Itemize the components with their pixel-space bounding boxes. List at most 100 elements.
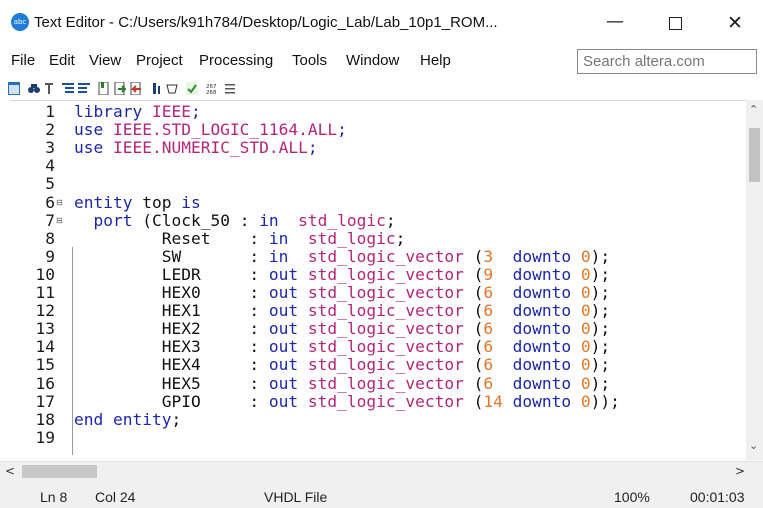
line-number: 19 — [35, 427, 56, 447]
code-token: downto — [512, 283, 581, 302]
code-token: std_logic_vector — [307, 355, 474, 375]
vertical-scroll-thumb[interactable] — [749, 128, 760, 182]
code-token: std_logic_vector — [307, 246, 474, 266]
close-button[interactable]: ✕ — [715, 8, 755, 38]
code-token: ( — [473, 355, 484, 375]
code-text: library IEEE; — [74, 103, 201, 121]
search-input[interactable] — [578, 50, 756, 73]
menu-help[interactable]: Help — [420, 52, 451, 69]
status-line: Ln 8 — [40, 489, 68, 505]
menu-edit[interactable]: Edit — [49, 52, 75, 69]
column-align-icon[interactable] — [224, 82, 236, 95]
indent-icon[interactable] — [62, 82, 74, 95]
app-icon: abc — [11, 13, 29, 31]
minimize-button[interactable]: — — [595, 8, 635, 38]
code-token: ); — [590, 355, 611, 375]
code-token: HEX3 : — [74, 337, 269, 357]
bookmark-icon[interactable] — [98, 82, 110, 95]
code-token: downto — [512, 264, 581, 284]
find-icon[interactable] — [28, 82, 40, 95]
code-token: entity — [74, 192, 143, 212]
scroll-up-icon[interactable]: ⌃ — [749, 103, 758, 116]
code-token: ); — [590, 319, 611, 339]
code-token: ( — [473, 301, 484, 321]
insert-template-icon[interactable] — [8, 82, 20, 95]
code-token: library — [74, 102, 152, 121]
line-number: 15 — [35, 355, 56, 375]
code-token: std_logic_vector — [307, 337, 474, 357]
code-text: end entity; — [74, 410, 181, 429]
code-text: port (Clock_50 : in std_logic; — [74, 210, 396, 230]
code-token: GPIO : — [74, 391, 269, 411]
line-number: 13 — [35, 319, 56, 339]
code-token: 6 — [483, 337, 494, 357]
code-token: ; — [190, 102, 201, 121]
line-number: 5 — [45, 174, 55, 194]
code-token: HEX2 : — [74, 319, 269, 339]
code-token: out — [268, 283, 308, 302]
code-token: std_logic — [298, 210, 386, 230]
code-editor[interactable]: 1 library IEEE; 2 use IEEE.STD_LOGIC_1164.A… — [10, 100, 763, 461]
find-next-icon[interactable] — [43, 82, 55, 95]
code-token: 0 — [580, 373, 591, 393]
vertical-scrollbar[interactable]: ⌃ ⌄ — [746, 100, 763, 460]
code-token: 6 — [483, 283, 494, 302]
scroll-right-icon[interactable]: > — [735, 464, 745, 478]
prev-bookmark-icon[interactable] — [130, 82, 142, 95]
code-text: Reset : in std_logic; — [74, 228, 406, 248]
menu-project[interactable]: Project — [136, 52, 183, 69]
code-token: 6 — [483, 301, 494, 321]
menu-processing[interactable]: Processing — [199, 52, 273, 69]
code-token: 0 — [580, 283, 591, 302]
code-token: Reset : — [74, 228, 269, 248]
menu-file[interactable]: File — [11, 52, 35, 69]
code-token: std_logic_vector — [307, 264, 474, 284]
code-token: ( — [473, 319, 484, 339]
code-token: std_logic_vector — [307, 301, 474, 321]
line-number-icon[interactable]: 267268 — [206, 82, 218, 95]
horizontal-scroll-thumb[interactable] — [22, 465, 97, 478]
code-token: ( — [473, 373, 484, 393]
comment-icon[interactable] — [150, 82, 162, 95]
code-token: ( — [473, 246, 484, 266]
code-token: 9 — [483, 264, 494, 284]
code-token: HEX4 : — [74, 355, 269, 375]
line-number: 3 — [45, 138, 55, 158]
code-text: HEX1 : out std_logic_vector (6 downto 0)… — [74, 302, 610, 320]
window-title: Text Editor - C:/Users/k91h784/Desktop/L… — [34, 14, 498, 31]
code-token: 6 — [483, 319, 494, 339]
code-token: out — [268, 373, 308, 393]
code-token: out — [268, 391, 308, 411]
horizontal-scrollbar[interactable]: < > — [0, 461, 763, 481]
menu-tools[interactable]: Tools — [292, 52, 327, 69]
menu-window[interactable]: Window — [346, 52, 399, 69]
uncomment-icon[interactable] — [166, 82, 178, 95]
fold-toggle-icon[interactable]: ⊟ — [56, 198, 64, 207]
code-token: 0 — [580, 319, 591, 339]
code-token: use — [74, 138, 113, 158]
maximize-button[interactable] — [655, 8, 695, 38]
code-text: HEX4 : out std_logic_vector (6 downto 0)… — [74, 356, 610, 374]
code-token: out — [268, 301, 308, 321]
code-token: 0 — [580, 246, 591, 266]
fold-toggle-icon[interactable]: ⊟ — [56, 216, 64, 225]
scroll-down-icon[interactable]: ⌄ — [749, 439, 758, 452]
scroll-left-icon[interactable]: < — [5, 464, 15, 478]
unindent-icon[interactable] — [78, 82, 90, 95]
line-number: 4 — [45, 156, 55, 176]
code-token: use — [74, 120, 113, 140]
code-token: in — [268, 228, 308, 248]
code-token: SW : — [74, 246, 269, 266]
code-token: IEEE.NUMERIC_STD.ALL — [112, 138, 308, 158]
ok-icon[interactable] — [186, 82, 198, 95]
status-time: 00:01:03 — [690, 489, 745, 505]
code-text: entity top is — [74, 192, 201, 212]
next-bookmark-icon[interactable] — [114, 82, 126, 95]
code-token: is — [181, 192, 201, 212]
line-number: 11 — [35, 283, 56, 302]
menu-view[interactable]: View — [89, 52, 121, 69]
